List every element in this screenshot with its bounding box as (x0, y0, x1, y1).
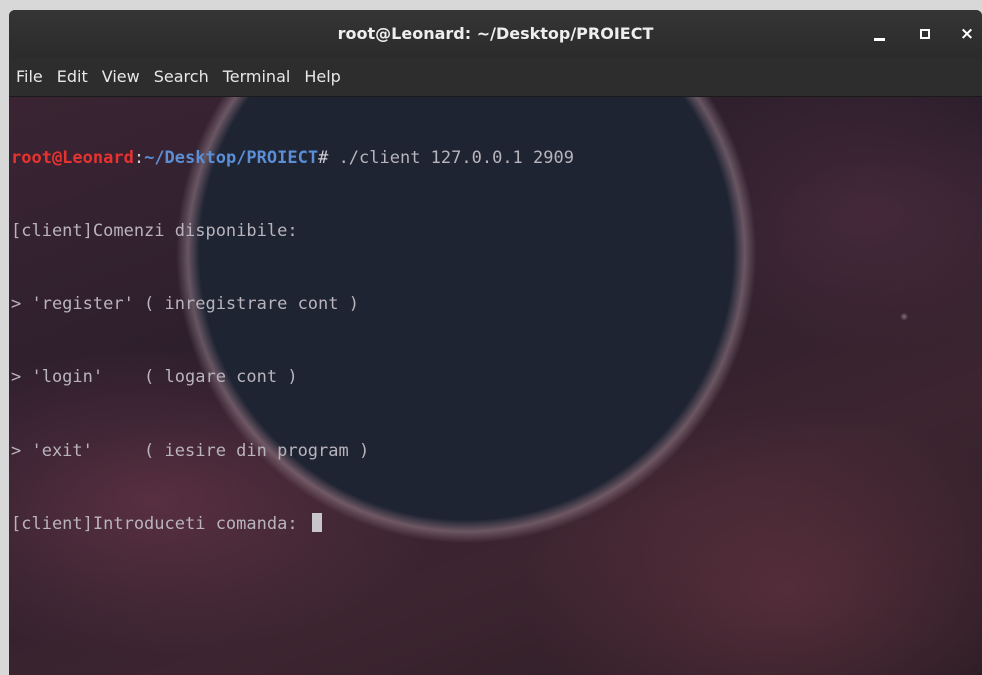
menu-view[interactable]: View (95, 58, 147, 96)
prompt-colon: : (133, 147, 145, 168)
minimize-icon (873, 37, 885, 41)
close-button[interactable]: × (954, 20, 980, 48)
menu-bar: File Edit View Search Terminal Help (9, 58, 982, 97)
output-line: > 'login' ( logare cont ) (11, 367, 298, 388)
prompt-path: ~/Desktop/PROIECT (144, 147, 319, 168)
menu-search[interactable]: Search (147, 58, 216, 96)
maximize-button[interactable] (912, 20, 938, 48)
menu-file[interactable]: File (9, 58, 50, 96)
menu-edit[interactable]: Edit (50, 58, 95, 96)
prompt-line: root@Leonard:~/Desktop/PROIECT# ./client… (11, 146, 574, 170)
prompt-symbol: # (318, 147, 329, 168)
title-bar[interactable]: root@Leonard: ~/Desktop/PROIECT × (9, 10, 982, 58)
output-line: > 'exit' ( iesire din program ) (11, 440, 370, 461)
output-line: > 'register' ( inregistrare cont ) (11, 294, 359, 315)
terminal-area[interactable]: root@Leonard:~/Desktop/PROIECT# ./client… (9, 97, 982, 675)
text-cursor (311, 512, 322, 532)
terminal-output: root@Leonard:~/Desktop/PROIECT# ./client… (11, 97, 574, 585)
window-title: root@Leonard: ~/Desktop/PROIECT (337, 24, 654, 43)
prompt-user-host: root@Leonard (11, 147, 134, 168)
minimize-button[interactable] (866, 20, 892, 48)
input-prompt: [client]Introduceti comanda: (11, 513, 308, 534)
menu-terminal[interactable]: Terminal (216, 58, 298, 96)
maximize-icon (920, 29, 930, 39)
input-line[interactable]: [client]Introduceti comanda: (11, 512, 574, 536)
output-line: [client]Comenzi disponibile: (11, 221, 298, 242)
terminal-window: root@Leonard: ~/Desktop/PROIECT × File E… (9, 10, 982, 675)
prompt-command: ./client 127.0.0.1 2909 (328, 147, 574, 168)
menu-help[interactable]: Help (297, 58, 347, 96)
close-icon: × (959, 23, 975, 44)
